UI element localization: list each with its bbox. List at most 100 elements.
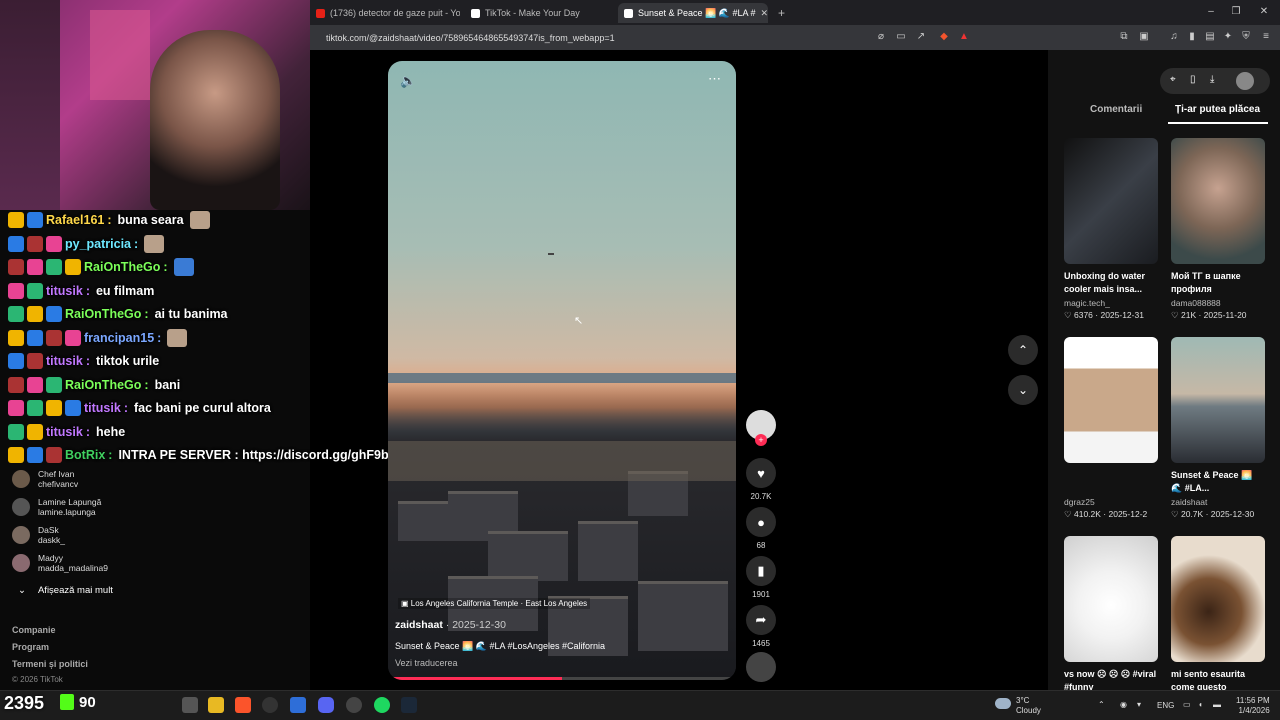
close-tab-icon[interactable]: ✕ [760, 8, 768, 19]
leo-icon[interactable]: ✦ [1222, 31, 1234, 43]
mic-icon[interactable]: ▾ [1137, 700, 1141, 709]
file-explorer-icon[interactable] [208, 697, 224, 713]
tab-youtube[interactable]: (1736) detector de gaze puit - YouTub [310, 3, 460, 23]
kick-icon [60, 694, 74, 710]
rewards-icon[interactable]: ▲ [958, 31, 970, 43]
chat-separator: : [163, 260, 168, 274]
extensions-icon[interactable]: ⧉ [1118, 31, 1130, 43]
network-icon[interactable]: ▭ [1183, 700, 1191, 709]
video-meta: ♡ 6376 · 2025-12-31 [1064, 310, 1144, 320]
comment-count: 68 [756, 541, 766, 550]
maximize-icon[interactable]: ❐ [1230, 6, 1242, 18]
like-button[interactable]: ♥ 20.7K [746, 458, 776, 501]
obs-icon[interactable] [262, 697, 278, 713]
steam-icon[interactable] [401, 697, 417, 713]
chat-badge-icon [27, 212, 43, 228]
music-icon[interactable]: ♫ [1168, 31, 1180, 43]
translate-link[interactable]: Vezi traducerea [395, 658, 458, 668]
share-button[interactable]: ➦ 1465 [746, 605, 776, 648]
following-item[interactable]: Madyy madda_madalina9 [12, 553, 108, 573]
following-item[interactable]: Chef Ivan chefivancv [12, 469, 78, 489]
date: 2025-12-2 [1108, 509, 1148, 519]
chevron-up-icon: ⌃ [1017, 343, 1029, 357]
recommended-video[interactable]: dgraz25 ♡ 410.2K · 2025-12-2 [1064, 337, 1158, 520]
tab-tiktok-home[interactable]: TikTok - Make Your Day [465, 3, 615, 23]
discord-icon[interactable] [318, 697, 334, 713]
author-avatar[interactable]: + [746, 410, 776, 446]
wifi-icon[interactable]: ◉ [1120, 700, 1127, 709]
footer-link-company[interactable]: Companie [12, 625, 56, 635]
recommended-video[interactable]: vs now ☹ ☹ ☹ #viral #funny [1064, 536, 1158, 694]
chat-badge-icon [27, 423, 43, 440]
save-button[interactable]: ▮ 1901 [746, 556, 776, 599]
close-window-icon[interactable]: ✕ [1258, 6, 1270, 18]
previous-video-button[interactable]: ⌃ [1008, 335, 1038, 365]
more-options-icon[interactable]: ⋯ [708, 71, 721, 87]
mute-icon[interactable]: 🔈 [400, 73, 416, 89]
recommended-video[interactable]: Unboxing do water cooler mais insa... ma… [1064, 138, 1158, 321]
vpn-icon[interactable]: ⛨ [1240, 31, 1252, 43]
recommended-video[interactable]: mi sento esaurita come questo [1171, 536, 1265, 694]
video-author[interactable]: zaidshaat [395, 619, 443, 631]
video-author: zaidshaat [1171, 497, 1208, 507]
follow-name: Chef Ivan [38, 469, 75, 479]
youtube-icon [316, 8, 325, 18]
minimize-icon[interactable]: – [1205, 6, 1217, 18]
sidebar-icon[interactable]: ▮ [1186, 31, 1198, 43]
phone-icon[interactable]: ▯ [1190, 74, 1196, 85]
video-title: Unboxing do water cooler mais insa... [1064, 271, 1145, 294]
avatar [12, 554, 30, 572]
tab-tiktok-video[interactable]: Sunset & Peace 🌅 🌊 #LA # ✕ [618, 3, 768, 23]
brave-shield-icon[interactable]: ◆ [938, 31, 950, 43]
new-tab-button[interactable]: + [772, 3, 792, 23]
follow-name: Lamine Lapungă [38, 497, 102, 507]
following-item[interactable]: Lamine Lapungă lamine.lapunga [12, 497, 101, 517]
screenshot-icon[interactable]: ▣ [1138, 31, 1150, 43]
download-icon[interactable]: ⤓ [1210, 74, 1214, 85]
cast-icon[interactable]: ▭ [895, 31, 907, 43]
address-bar[interactable]: tiktok.com/@zaidshaat/video/758965464865… [310, 25, 1280, 50]
next-video-button[interactable]: ⌄ [1008, 375, 1038, 405]
follow-plus-icon[interactable]: + [755, 434, 767, 446]
weather-widget[interactable]: 3°C Cloudy [1016, 696, 1041, 716]
compass-icon[interactable]: ⌖ [1170, 74, 1176, 85]
menu-icon[interactable]: ≡ [1260, 31, 1272, 43]
show-more-button[interactable]: ⌄ Afișează mai mult [18, 585, 113, 596]
clock[interactable]: 11:56 PM 1/4/2026 [1236, 696, 1270, 716]
chat-text: INTRA PE SERVER : https://discord.gg/ghF… [118, 448, 429, 462]
brave-icon[interactable] [235, 697, 251, 713]
camera-off-icon[interactable]: ⌀ [875, 31, 887, 43]
chat-message: RaiOnTheGo: [8, 257, 194, 277]
footer-link-program[interactable]: Program [12, 642, 49, 652]
recommended-video[interactable]: Мой ТГ в шапке профиля dama088888 ♡ 21K … [1171, 138, 1265, 321]
video-player[interactable]: 🔈 ⋯ ↖ ▣ Los Angeles California Temple · … [388, 61, 736, 680]
sound-disc[interactable] [746, 652, 776, 682]
profile-avatar[interactable] [1236, 72, 1254, 90]
wallet-icon[interactable]: ▤ [1204, 31, 1216, 43]
weather-desc: Cloudy [1016, 706, 1041, 715]
url-text[interactable]: tiktok.com/@zaidshaat/video/758965464865… [326, 33, 615, 43]
tab-you-may-like[interactable]: Ți-ar putea plăcea [1175, 104, 1260, 115]
share-icon[interactable]: ↗ [915, 31, 927, 43]
chevron-up-icon[interactable]: ⌃ [1098, 700, 1105, 709]
video-thumbnail [1064, 337, 1158, 463]
language-indicator[interactable]: ENG [1157, 701, 1174, 710]
comment-button[interactable]: ● 68 [746, 507, 776, 550]
share-arrow-icon: ➦ [746, 605, 776, 635]
battery-icon[interactable]: ▬ [1213, 700, 1221, 709]
app-icon[interactable] [346, 697, 362, 713]
volume-icon[interactable]: ◖ [1198, 700, 1203, 709]
task-view-icon[interactable] [182, 697, 198, 713]
location-tag[interactable]: ▣ Los Angeles California Temple · East L… [398, 598, 591, 609]
tab-comments[interactable]: Comentarii [1090, 104, 1142, 115]
chat-message: titusik: eu filmam [8, 281, 154, 301]
video-author: dama088888 [1171, 298, 1221, 308]
chat-message: titusik: fac bani pe curul altora [8, 398, 271, 418]
footer-link-terms[interactable]: Termeni și politici [12, 659, 88, 669]
store-icon[interactable] [290, 697, 306, 713]
following-item[interactable]: DaSk daskk_ [12, 525, 65, 545]
spotify-icon[interactable] [374, 697, 390, 713]
recommended-video[interactable]: Sunset & Peace 🌅 🌊 #LA... zaidshaat ♡ 20… [1171, 337, 1265, 520]
progress-bar[interactable] [388, 677, 736, 680]
chat-badge-icon [46, 259, 62, 275]
